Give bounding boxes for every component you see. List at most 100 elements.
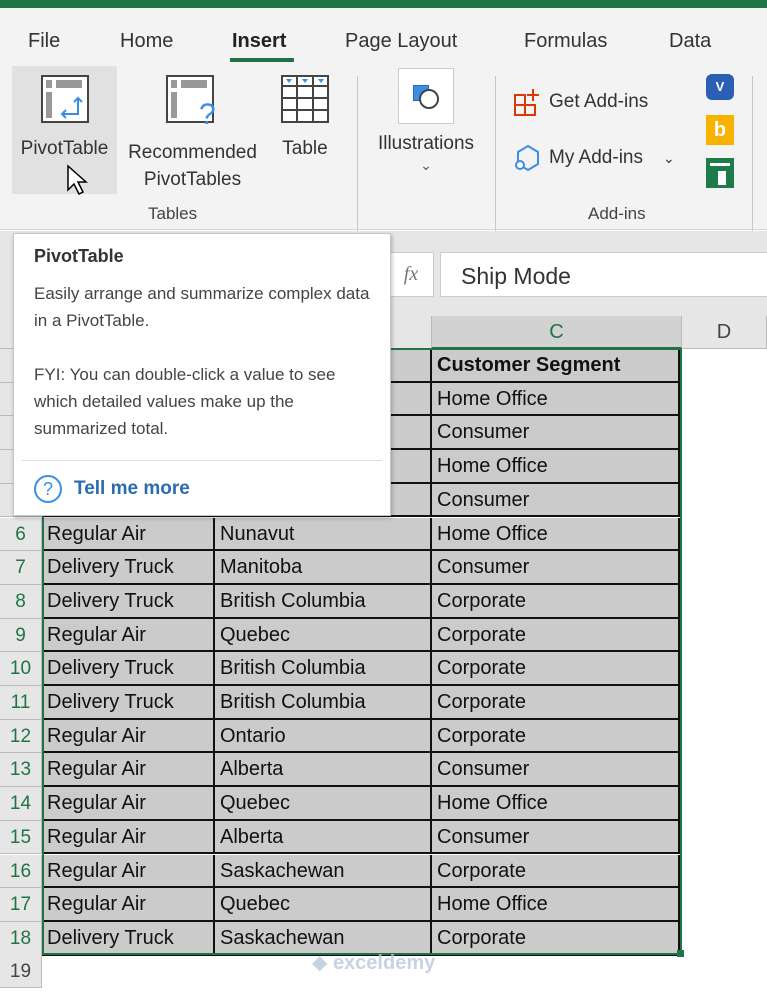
cell-c[interactable]: Corporate — [432, 719, 680, 754]
cell-a[interactable]: Delivery Truck — [42, 686, 215, 720]
cell-c[interactable]: Home Office — [432, 382, 680, 417]
tab-data[interactable]: Data — [669, 30, 711, 53]
row-header[interactable]: 19 — [0, 955, 42, 988]
cell-c[interactable]: Consumer — [432, 483, 680, 518]
fill-handle[interactable] — [677, 950, 684, 957]
cell-c[interactable]: Home Office — [432, 787, 680, 821]
visio-icon[interactable]: V — [706, 74, 734, 100]
cell-b[interactable]: Quebec — [215, 888, 432, 922]
row-header[interactable]: 17 — [0, 888, 42, 922]
ribbon: File Home Insert Page Layout Formulas Da… — [0, 8, 767, 232]
cell-a[interactable]: Delivery Truck — [42, 584, 215, 619]
tooltip-divider — [22, 460, 382, 461]
cell-b[interactable]: Alberta — [215, 753, 432, 788]
illustrations-label: Illustrations — [377, 133, 475, 154]
mouse-cursor-icon — [67, 164, 88, 196]
cell-b[interactable]: British Columbia — [215, 686, 432, 720]
people-graph-icon[interactable] — [706, 158, 734, 188]
tooltip-description: Easily arrange and summarize complex dat… — [34, 284, 370, 330]
svg-text:?: ? — [199, 98, 216, 130]
cell-c[interactable]: Home Office — [432, 517, 680, 552]
row-header[interactable]: 6 — [0, 517, 42, 552]
row-header[interactable]: 14 — [0, 787, 42, 821]
row-header[interactable]: 18 — [0, 921, 42, 956]
title-bar — [0, 0, 767, 8]
cell-b[interactable]: Ontario — [215, 719, 432, 754]
active-tab-indicator — [230, 58, 294, 62]
cell-a[interactable]: Regular Air — [42, 854, 215, 889]
row-header[interactable]: 9 — [0, 618, 42, 653]
cell-c[interactable]: Corporate — [432, 652, 680, 686]
bing-maps-icon[interactable]: b — [706, 115, 734, 145]
cell-b[interactable]: British Columbia — [215, 584, 432, 619]
cell-a[interactable]: Regular Air — [42, 618, 215, 653]
column-header-c[interactable]: C — [432, 316, 682, 349]
cell-a[interactable]: Regular Air — [42, 787, 215, 821]
tell-me-more-link[interactable]: ? Tell me more — [34, 475, 190, 503]
cell-a[interactable]: Delivery Truck — [42, 652, 215, 686]
cell-b[interactable]: Alberta — [215, 820, 432, 855]
tell-me-more-label: Tell me more — [74, 478, 190, 499]
pivottable-label: PivotTable — [20, 138, 109, 159]
cell-c[interactable]: Consumer — [432, 416, 680, 451]
table-button[interactable]: Table — [275, 66, 335, 194]
tooltip-fyi: FYI: You can double-click a value to see… — [34, 365, 336, 438]
pivottable-button[interactable]: PivotTable — [12, 66, 117, 196]
row-header[interactable]: 7 — [0, 551, 42, 585]
cell-b[interactable]: British Columbia — [215, 652, 432, 686]
row-header[interactable]: 13 — [0, 753, 42, 788]
cell-c[interactable]: Corporate — [432, 584, 680, 619]
illustrations-icon — [398, 68, 454, 124]
cell-a[interactable]: Delivery Truck — [42, 921, 215, 956]
formula-input[interactable]: Ship Mode — [440, 252, 767, 297]
illustrations-button[interactable]: Illustrations ⌄ — [365, 66, 487, 194]
row-header[interactable]: 12 — [0, 719, 42, 754]
cell-c[interactable]: Consumer — [432, 551, 680, 585]
cell-a[interactable]: Regular Air — [42, 753, 215, 788]
tab-insert[interactable]: Insert — [232, 30, 286, 53]
cell-b[interactable]: Manitoba — [215, 551, 432, 585]
cell-b[interactable]: Quebec — [215, 618, 432, 653]
cell-c[interactable]: Corporate — [432, 921, 680, 956]
tables-group-label: Tables — [148, 204, 198, 223]
cell-a[interactable]: Regular Air — [42, 820, 215, 855]
tab-page-layout[interactable]: Page Layout — [345, 30, 457, 53]
column-header-d[interactable]: D — [682, 316, 767, 349]
tab-home[interactable]: Home — [120, 30, 173, 53]
tooltip-title: PivotTable — [34, 246, 124, 266]
help-icon: ? — [34, 475, 62, 503]
get-add-ins-button[interactable]: Get Add-ins — [513, 86, 648, 118]
cell-b[interactable]: Nunavut — [215, 517, 432, 552]
chevron-down-icon[interactable]: ⌄ — [663, 144, 675, 172]
cell-b[interactable]: Quebec — [215, 787, 432, 821]
cell-a[interactable]: Regular Air — [42, 719, 215, 754]
cell-a[interactable]: Regular Air — [42, 517, 215, 552]
tab-formulas[interactable]: Formulas — [524, 30, 607, 53]
cell-c[interactable]: Home Office — [432, 888, 680, 922]
my-add-ins-button[interactable]: My Add-ins ⌄ — [513, 142, 675, 174]
cell-c[interactable]: Corporate — [432, 618, 680, 653]
insert-function-button[interactable]: fx — [388, 252, 434, 297]
recommended-pivottables-button[interactable]: ? Recommended PivotTables — [120, 66, 265, 194]
cell-b[interactable]: Saskachewan — [215, 854, 432, 889]
cell-c[interactable]: Corporate — [432, 854, 680, 889]
cell-a[interactable]: Regular Air — [42, 888, 215, 922]
cell-c[interactable]: Corporate — [432, 686, 680, 720]
recommended-pivottables-icon: ? — [165, 75, 216, 131]
group-divider — [357, 76, 358, 232]
row-header[interactable]: 8 — [0, 584, 42, 619]
row-header[interactable]: 16 — [0, 854, 42, 889]
cell-c[interactable]: Home Office — [432, 450, 680, 484]
table-label: Table — [282, 138, 328, 159]
cell-c[interactable]: Consumer — [432, 753, 680, 788]
row-header[interactable]: 15 — [0, 820, 42, 855]
tab-file[interactable]: File — [28, 30, 60, 53]
pivottable-icon — [40, 75, 89, 123]
cell-a[interactable]: Delivery Truck — [42, 551, 215, 585]
row-header[interactable]: 10 — [0, 652, 42, 686]
row-header[interactable]: 11 — [0, 686, 42, 720]
cell-c[interactable]: Consumer — [432, 820, 680, 855]
get-add-ins-label: Get Add-ins — [549, 91, 649, 112]
my-add-ins-icon — [515, 144, 539, 172]
cell-c[interactable]: Customer Segment — [432, 349, 680, 383]
